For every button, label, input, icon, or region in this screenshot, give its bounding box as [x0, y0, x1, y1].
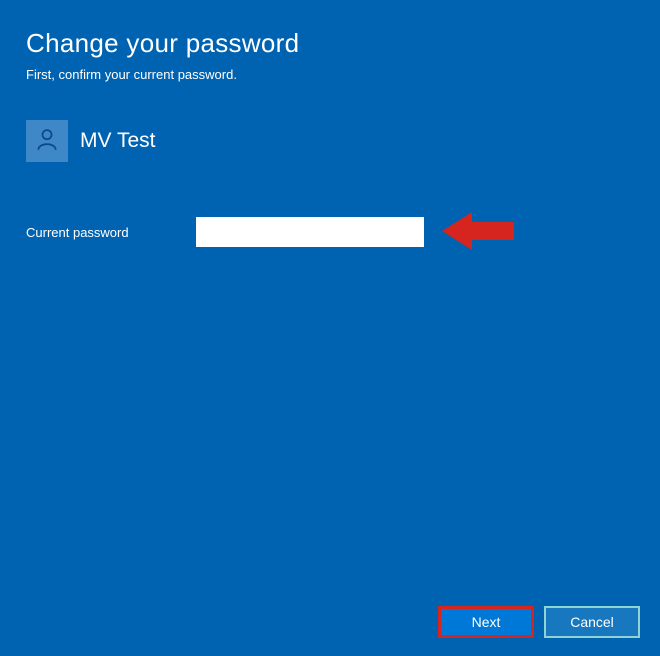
page-title: Change your password [26, 28, 634, 59]
current-password-label: Current password [26, 225, 196, 240]
footer-buttons: Next Cancel [438, 606, 640, 638]
page-subtitle: First, confirm your current password. [26, 67, 634, 82]
current-password-row: Current password [26, 210, 634, 254]
current-password-input[interactable] [196, 217, 424, 247]
person-icon [34, 126, 60, 157]
cancel-button[interactable]: Cancel [544, 606, 640, 638]
annotation-arrow [442, 209, 514, 253]
user-row: MV Test [26, 120, 634, 162]
user-name: MV Test [80, 129, 155, 153]
avatar [26, 120, 68, 162]
arrow-left-icon [442, 209, 514, 253]
next-button[interactable]: Next [438, 606, 534, 638]
